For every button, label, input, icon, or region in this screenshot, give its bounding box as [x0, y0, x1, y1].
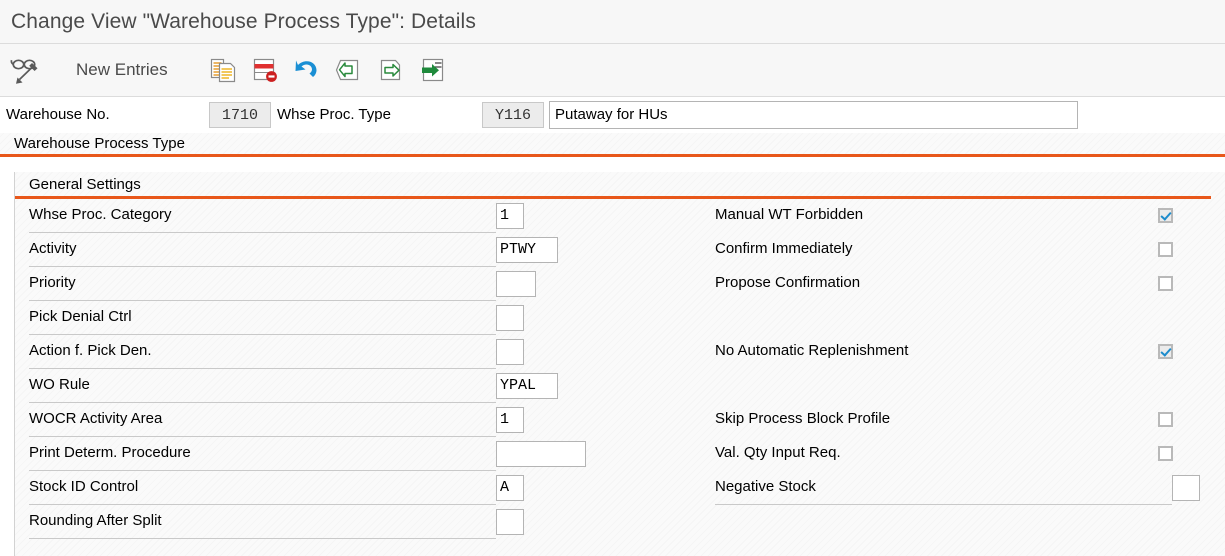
tab-warehouse-process-type-label: Warehouse Process Type	[14, 135, 185, 152]
row-separator	[715, 504, 1172, 505]
wo-rule-label: WO Rule	[29, 376, 90, 393]
tab-warehouse-process-type[interactable]: Warehouse Process Type	[0, 133, 1225, 157]
page-title: Change View "Warehouse Process Type": De…	[11, 9, 476, 33]
manual-wt-forbidden-checkbox[interactable]	[1158, 208, 1173, 223]
activity-label: Activity	[29, 240, 77, 257]
tab-accent-underline	[0, 154, 1225, 157]
val-qty-input-req-checkbox[interactable]	[1158, 446, 1173, 461]
new-entries-label: New Entries	[76, 60, 168, 79]
rounding-after-split-input[interactable]	[496, 509, 524, 535]
no-automatic-replenishment-label: No Automatic Replenishment	[715, 342, 909, 359]
confirm-immediately-label: Confirm Immediately	[715, 240, 853, 257]
skip-process-block-profile-label: Skip Process Block Profile	[715, 410, 891, 427]
whse-proc-category-label: Whse Proc. Category	[29, 206, 172, 223]
undo-icon	[295, 60, 317, 77]
form-row-val-qty-input-req: Val. Qty Input Req.	[701, 437, 1225, 471]
glasses-pencil-icon	[10, 59, 38, 84]
form-row-pick-denial-ctrl: Pick Denial Ctrl	[15, 301, 625, 335]
form-row-confirm-immediately: Confirm Immediately	[701, 233, 1225, 267]
application-toolbar: New Entries	[0, 44, 1225, 97]
wocr-activity-area-label: WOCR Activity Area	[29, 410, 163, 427]
no-automatic-replenishment-checkbox[interactable]	[1158, 344, 1173, 359]
toolbar-icon-group	[202, 50, 454, 90]
form-row-print-determ-procedure: Print Determ. Procedure	[15, 437, 625, 471]
print-determ-procedure-label: Print Determ. Procedure	[29, 444, 191, 461]
new-entries-button[interactable]: New Entries	[62, 50, 182, 90]
tab-general-settings-label: General Settings	[29, 176, 141, 193]
stock-id-control-label: Stock ID Control	[29, 478, 139, 495]
next-entry-button[interactable]	[370, 50, 412, 90]
whse-proc-type-description-field[interactable]: Putaway for HUs	[549, 101, 1078, 129]
activity-input[interactable]: PTWY	[496, 237, 558, 263]
form-row-wocr-activity-area: WOCR Activity Area 1	[15, 403, 625, 437]
print-determ-procedure-input[interactable]	[496, 441, 586, 467]
action-f-pick-den-label: Action f. Pick Den.	[29, 342, 152, 359]
form-row-stock-id-control: Stock ID Control A	[15, 471, 625, 505]
form-row-skip-process-block-profile: Skip Process Block Profile	[701, 403, 1225, 437]
negative-stock-label: Negative Stock	[715, 478, 816, 495]
row-separator	[29, 538, 496, 539]
copy-as-icon	[210, 58, 235, 83]
copy-as-button[interactable]	[202, 50, 244, 90]
priority-label: Priority	[29, 274, 76, 291]
val-qty-input-req-label: Val. Qty Input Req.	[715, 444, 841, 461]
pick-denial-ctrl-label: Pick Denial Ctrl	[29, 308, 132, 325]
whse-proc-category-input[interactable]: 1	[496, 203, 524, 229]
wocr-activity-area-input[interactable]: 1	[496, 407, 524, 433]
confirm-immediately-checkbox[interactable]	[1158, 242, 1173, 257]
form-row-whse-proc-category: Whse Proc. Category 1	[15, 199, 625, 233]
form-row-rounding-after-split: Rounding After Split	[15, 505, 625, 539]
next-entry-icon	[380, 59, 400, 81]
negative-stock-input[interactable]	[1172, 475, 1200, 501]
delete-icon	[253, 58, 277, 82]
whse-proc-type-label: Whse Proc. Type	[277, 106, 391, 123]
previous-entry-icon	[335, 59, 358, 81]
form-row-action-f-pick-den: Action f. Pick Den.	[15, 335, 625, 369]
propose-confirmation-checkbox[interactable]	[1158, 276, 1173, 291]
details-button[interactable]	[412, 50, 454, 90]
warehouse-no-field[interactable]: 1710	[209, 102, 271, 128]
pick-denial-ctrl-input[interactable]	[496, 305, 524, 331]
form-row-no-automatic-replenishment: No Automatic Replenishment	[701, 335, 1225, 369]
delete-button[interactable]	[244, 50, 286, 90]
form-row-priority: Priority	[15, 267, 625, 301]
window-title-bar: Change View "Warehouse Process Type": De…	[0, 0, 1225, 44]
form-row-activity: Activity PTWY	[15, 233, 625, 267]
whse-proc-type-field[interactable]: Y116	[482, 102, 544, 128]
form-row-wo-rule: WO Rule YPAL	[15, 369, 625, 403]
previous-entry-button[interactable]	[328, 50, 370, 90]
rounding-after-split-label: Rounding After Split	[29, 512, 162, 529]
priority-input[interactable]	[496, 271, 536, 297]
skip-process-block-profile-checkbox[interactable]	[1158, 412, 1173, 427]
general-settings-panel: General Settings Whse Proc. Category 1 A…	[14, 172, 1225, 556]
key-fields-row: Warehouse No. 1710 Whse Proc. Type Y116 …	[0, 97, 1225, 133]
warehouse-no-label: Warehouse No.	[6, 106, 110, 123]
form-row-propose-confirmation: Propose Confirmation	[701, 267, 1225, 301]
undo-button[interactable]	[286, 50, 328, 90]
form-row-manual-wt-forbidden: Manual WT Forbidden	[701, 199, 1225, 233]
form-row-negative-stock: Negative Stock	[701, 471, 1225, 505]
stock-id-control-input[interactable]: A	[496, 475, 524, 501]
action-f-pick-den-input[interactable]	[496, 339, 524, 365]
propose-confirmation-label: Propose Confirmation	[715, 274, 861, 291]
tab-general-settings[interactable]: General Settings	[15, 172, 1225, 199]
manual-wt-forbidden-label: Manual WT Forbidden	[715, 206, 864, 223]
display-change-button[interactable]	[4, 50, 50, 90]
wo-rule-input[interactable]: YPAL	[496, 373, 558, 399]
details-icon	[421, 58, 443, 82]
form-area: Whse Proc. Category 1 Activity PTWY Prio…	[15, 199, 1225, 556]
